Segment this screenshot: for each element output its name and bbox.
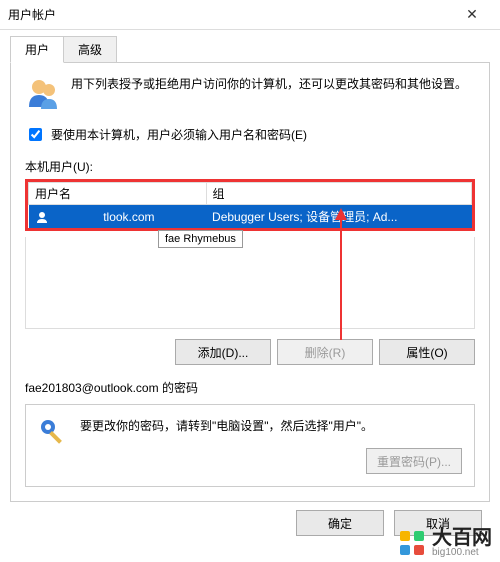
user-table: 用户名 组 tlook.com: [28, 182, 472, 228]
info-row: 用下列表授予或拒绝用户访问你的计算机，还可以更改其密码和其他设置。: [25, 75, 475, 111]
tab-advanced[interactable]: 高级: [63, 36, 117, 63]
tabs: 用户 高级: [10, 36, 490, 63]
col-username[interactable]: 用户名: [29, 183, 207, 205]
tab-panel-user: 用下列表授予或拒绝用户访问你的计算机，还可以更改其密码和其他设置。 要使用本计算…: [10, 62, 490, 502]
titlebar: 用户帐户 ✕: [0, 0, 500, 30]
cell-username: tlook.com: [103, 210, 154, 224]
ok-button[interactable]: 确定: [296, 510, 384, 536]
col-group[interactable]: 组: [206, 183, 471, 205]
require-login-label: 要使用本计算机，用户必须输入用户名和密码(E): [51, 126, 307, 143]
password-section-text: 要更改你的密码，请转到"电脑设置"，然后选择"用户"。: [80, 417, 462, 434]
close-icon[interactable]: ✕: [452, 6, 492, 23]
require-login-checkbox[interactable]: [29, 128, 42, 141]
window-title: 用户帐户: [8, 6, 452, 23]
user-row-icon: [35, 210, 49, 224]
password-section-title: fae201803@outlook.com 的密码: [25, 379, 475, 396]
watermark: 大百网 big100.net: [398, 528, 492, 558]
table-row[interactable]: tlook.com Debugger Users; 设备管理员; Ad...: [29, 205, 472, 229]
tab-user[interactable]: 用户: [10, 36, 64, 63]
properties-button[interactable]: 属性(O): [379, 339, 475, 365]
delete-button: 删除(R): [277, 339, 373, 365]
password-section: fae201803@outlook.com 的密码 要更改你的密码，请转到"电脑…: [25, 379, 475, 487]
watermark-logo-icon: [398, 529, 426, 557]
user-table-highlight: 用户名 组 tlook.com: [25, 179, 475, 231]
user-buttons-row: 添加(D)... 删除(R) 属性(O): [25, 339, 475, 365]
watermark-domain: big100.net: [432, 548, 492, 558]
table-empty-area: [25, 237, 475, 329]
reset-password-button: 重置密码(P)...: [366, 448, 462, 474]
watermark-name: 大百网: [432, 528, 492, 548]
cell-group: Debugger Users; 设备管理员; Ad...: [206, 205, 471, 229]
local-users-label: 本机用户(U):: [25, 158, 475, 175]
info-text: 用下列表授予或拒绝用户访问你的计算机，还可以更改其密码和其他设置。: [71, 75, 467, 94]
require-login-checkbox-row: 要使用本计算机，用户必须输入用户名和密码(E): [25, 125, 475, 144]
users-icon: [25, 75, 61, 111]
key-icon: [38, 417, 70, 449]
tooltip: fae Rhymebus: [158, 230, 243, 248]
add-button[interactable]: 添加(D)...: [175, 339, 271, 365]
